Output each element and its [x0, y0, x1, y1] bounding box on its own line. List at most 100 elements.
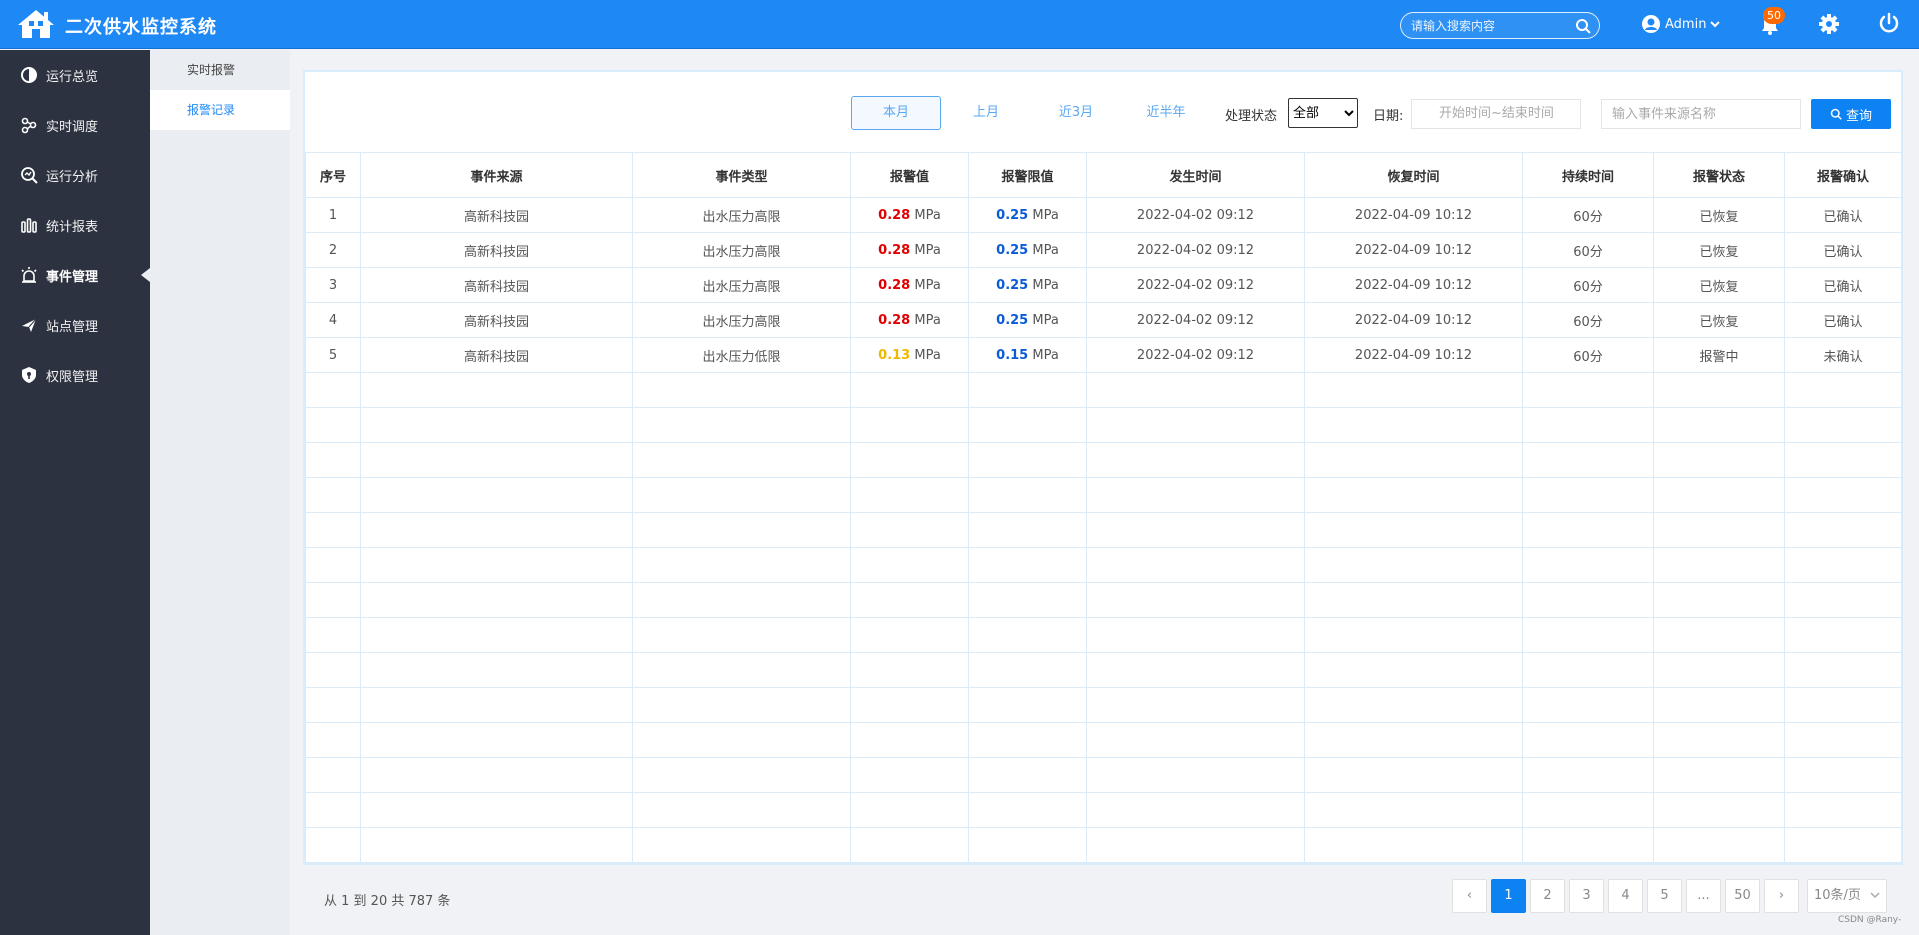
table-row[interactable]: 5 高新科技园 出水压力低限 0.13 MPa 0.15 MPa 2022-04-02 0… [305, 337, 1902, 373]
query-button[interactable]: 查询 [1811, 99, 1891, 129]
alarm-limit-number: 0.25 [996, 207, 1029, 223]
sidebar-item-label: 统计报表 [46, 219, 99, 235]
empty-cell [968, 792, 1087, 828]
column-header: 恢复时间 [1304, 152, 1523, 198]
global-search-input[interactable] [1411, 16, 1571, 36]
table-row[interactable]: 4 高新科技园 出水压力高限 0.28 MPa 0.25 MPa 2022-04-02 0… [305, 302, 1902, 338]
alarm-value-number: 0.28 [878, 242, 911, 258]
page-button[interactable]: 1 [1491, 879, 1526, 913]
page-button[interactable]: 4 [1608, 879, 1643, 913]
empty-cell [1522, 442, 1654, 478]
table-row[interactable]: 3 高新科技园 出水压力高限 0.28 MPa 0.25 MPa 2022-04-02 0… [305, 267, 1902, 303]
empty-cell [968, 442, 1087, 478]
empty-cell [305, 827, 361, 863]
empty-cell [1784, 827, 1902, 863]
sidebar-item-overview[interactable]: 运行总览 [0, 50, 150, 100]
empty-cell [850, 687, 969, 723]
alarm-status: 已恢复 [1653, 197, 1785, 233]
alarm-value: 0.28 MPa [850, 197, 969, 233]
sidebar-item-label: 权限管理 [46, 369, 99, 385]
page-button[interactable]: 3 [1569, 879, 1604, 913]
date-range-field[interactable]: 开始时间~结束时间 [1411, 99, 1581, 129]
table-header-row: 序号 事件来源 事件类型 报警值 报警限值 发生时间 恢复时间 持续时间 报警状态 报警确认 [305, 152, 1902, 198]
top-bar: 二次供水监控系统 Admin 50 [0, 0, 1919, 49]
user-name: Admin [1665, 16, 1707, 32]
alarm-confirm: 未确认 [1784, 337, 1902, 373]
subnav-realtime-alarms[interactable]: 实时报警 [150, 50, 290, 90]
tab-last-3-months[interactable]: 近3月 [1031, 96, 1121, 130]
page-size-select[interactable]: 10条/页 [1807, 879, 1887, 913]
alarm-status: 已恢复 [1653, 232, 1785, 268]
table-row[interactable]: 1 高新科技园 出水压力高限 0.28 MPa 0.25 MPa 2022-04-02 0… [305, 197, 1902, 233]
empty-cell [968, 687, 1087, 723]
tab-this-month[interactable]: 本月 [851, 96, 941, 130]
empty-cell [632, 547, 851, 583]
recover-time: 2022-04-09 10:12 [1304, 337, 1523, 373]
empty-cell [1304, 722, 1523, 758]
sidebar-item-analysis[interactable]: 运行分析 [0, 150, 150, 200]
next-page-button[interactable]: › [1764, 879, 1799, 913]
alarm-value-number: 0.13 [878, 347, 911, 363]
home-logo-icon[interactable] [16, 8, 56, 40]
report-icon [21, 218, 37, 233]
tab-last-month[interactable]: 上月 [941, 96, 1031, 130]
empty-cell [1304, 792, 1523, 828]
gear-icon[interactable] [1818, 13, 1840, 35]
empty-cell [1784, 722, 1902, 758]
chevron-down-icon [1710, 21, 1721, 28]
page-button[interactable]: 50 [1725, 879, 1760, 913]
empty-cell [1304, 407, 1523, 443]
unit: MPa [1032, 242, 1059, 258]
empty-cell [1653, 757, 1785, 793]
duration: 60分 [1522, 197, 1654, 233]
global-search[interactable] [1400, 12, 1600, 39]
alarm-limit: 0.25 MPa [968, 197, 1087, 233]
sidebar-item-alarm[interactable]: 事件管理 [0, 250, 150, 300]
empty-cell [968, 827, 1087, 863]
empty-cell [850, 827, 969, 863]
empty-cell [850, 757, 969, 793]
page-button[interactable]: 5 [1647, 879, 1682, 913]
sidebar-item-dispatch[interactable]: 实时调度 [0, 100, 150, 150]
empty-row [305, 687, 1902, 723]
subnav-alarm-records[interactable]: 报警记录 [150, 90, 290, 130]
empty-row [305, 512, 1902, 548]
empty-cell [1653, 582, 1785, 618]
empty-cell [1653, 792, 1785, 828]
page-button[interactable]: 2 [1530, 879, 1565, 913]
power-icon[interactable] [1878, 12, 1900, 34]
alarm-confirm: 已确认 [1784, 267, 1902, 303]
alarm-limit-number: 0.15 [996, 347, 1029, 363]
status-filter-select[interactable]: 全部 [1288, 98, 1358, 128]
tab-last-half-year[interactable]: 近半年 [1121, 96, 1211, 130]
empty-cell [1784, 512, 1902, 548]
empty-row [305, 617, 1902, 653]
page-button[interactable]: ... [1686, 879, 1721, 913]
event-source: 高新科技园 [360, 267, 633, 303]
user-menu[interactable]: Admin [1641, 13, 1721, 35]
event-source-input[interactable] [1601, 99, 1801, 129]
empty-cell [1784, 582, 1902, 618]
sidebar-item-report[interactable]: 统计报表 [0, 200, 150, 250]
prev-page-button[interactable]: ‹ [1452, 879, 1487, 913]
empty-cell [1784, 617, 1902, 653]
empty-row [305, 757, 1902, 793]
empty-cell [1653, 722, 1785, 758]
empty-cell [305, 477, 361, 513]
alarm-limit-number: 0.25 [996, 277, 1029, 293]
sidebar-item-station[interactable]: 站点管理 [0, 300, 150, 350]
event-source: 高新科技园 [360, 302, 633, 338]
sidebar-item-shield[interactable]: 权限管理 [0, 350, 150, 400]
empty-row [305, 722, 1902, 758]
date-label: 日期: [1373, 109, 1404, 124]
unit: MPa [914, 347, 941, 363]
search-icon[interactable] [1575, 18, 1591, 34]
empty-cell [1522, 407, 1654, 443]
alarm-icon [21, 267, 37, 283]
empty-cell [850, 442, 969, 478]
empty-cell [360, 372, 633, 408]
active-indicator [141, 268, 150, 282]
table-row[interactable]: 2 高新科技园 出水压力高限 0.28 MPa 0.25 MPa 2022-04-02 0… [305, 232, 1902, 268]
empty-cell [1086, 757, 1305, 793]
empty-cell [968, 722, 1087, 758]
